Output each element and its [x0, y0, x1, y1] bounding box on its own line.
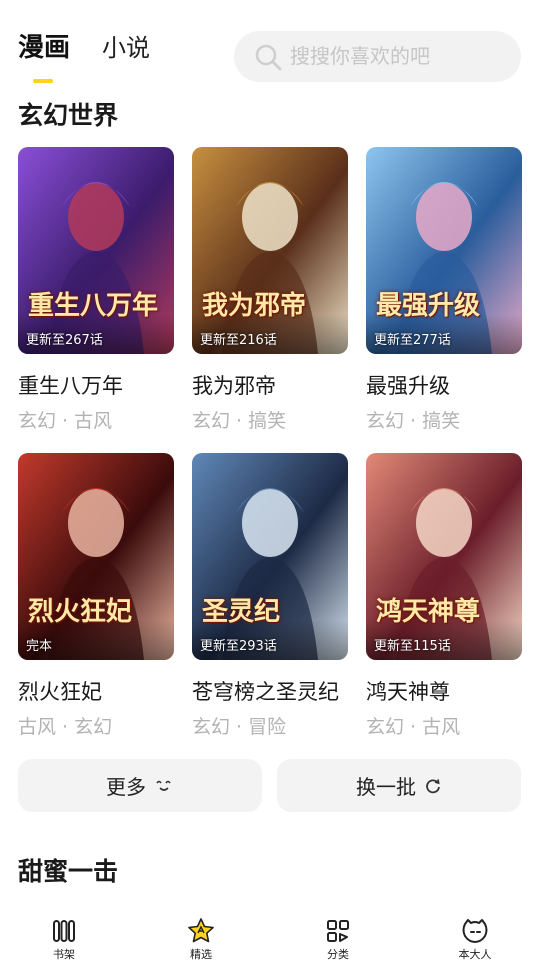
nav-label: 本大人	[458, 948, 492, 961]
comic-cover[interactable]: 最强升级 更新至277话	[366, 147, 522, 354]
comic-cover[interactable]: 重生八万年 更新至267话	[18, 147, 174, 354]
bookshelf-icon	[53, 920, 75, 942]
bottom-nav: 书架 精选 分类 本大人	[0, 910, 540, 969]
comic-cover[interactable]: 我为邪帝 更新至216话	[192, 147, 348, 354]
comic-cover[interactable]: 烈火狂妃 完本	[18, 453, 174, 660]
update-status: 更新至216话	[200, 333, 277, 348]
more-button-label: 更多	[106, 775, 146, 799]
comic-tags: 玄幻 · 冒险	[192, 716, 287, 738]
comic-card[interactable]: 最强升级 更新至277话最强升级玄幻 · 搞笑	[366, 147, 522, 433]
more-button[interactable]: 更多	[18, 759, 262, 812]
comic-tags: 古风 · 玄幻	[18, 716, 113, 738]
featured-star-icon	[188, 918, 214, 943]
nav-label: 书架	[53, 948, 75, 961]
section-title: 玄幻世界	[18, 101, 119, 130]
tab-novels[interactable]: 小说	[102, 33, 150, 63]
update-status: 更新至293话	[200, 639, 277, 654]
search-placeholder: 搜搜你喜欢的吧	[290, 44, 430, 68]
comic-card[interactable]: 圣灵纪 更新至293话苍穹榜之圣灵纪玄幻 · 冒险	[192, 453, 348, 739]
comic-card[interactable]: 烈火狂妃 完本烈火狂妃古风 · 玄幻	[18, 453, 174, 739]
update-status: 完本	[26, 639, 53, 654]
comic-tags: 玄幻 · 搞笑	[366, 410, 461, 432]
nav-profile[interactable]: 本大人	[435, 918, 515, 962]
nav-bookshelf[interactable]: 书架	[24, 918, 104, 962]
comic-cover[interactable]: 圣灵纪 更新至293话	[192, 453, 348, 660]
refresh-icon	[426, 778, 440, 793]
comic-card[interactable]: 我为邪帝 更新至216话我为邪帝玄幻 · 搞笑	[192, 147, 348, 433]
top-bar: 漫画 小说 搜搜你喜欢的吧	[0, 0, 540, 90]
update-status: 更新至115话	[374, 639, 451, 654]
nav-category[interactable]: 分类	[298, 918, 378, 962]
comic-tags: 玄幻 · 搞笑	[192, 410, 287, 432]
comic-tags: 玄幻 · 古风	[18, 410, 113, 432]
comic-title[interactable]: 烈火狂妃	[18, 676, 174, 706]
update-status: 更新至267话	[26, 333, 103, 348]
comic-card[interactable]: 重生八万年 更新至267话重生八万年玄幻 · 古风	[18, 147, 174, 433]
comic-title[interactable]: 苍穹榜之圣灵纪	[192, 676, 348, 706]
search-icon	[255, 44, 282, 71]
nav-label: 精选	[190, 948, 212, 961]
nav-featured[interactable]: 精选	[161, 918, 241, 962]
comic-cover[interactable]: 鸿天神尊 更新至115话	[366, 453, 522, 660]
refresh-button[interactable]: 换一批	[277, 759, 521, 812]
active-tab-indicator	[33, 79, 53, 83]
tab-comics[interactable]: 漫画	[18, 33, 70, 63]
comic-card[interactable]: 鸿天神尊 更新至115话鸿天神尊玄幻 · 古风	[366, 453, 522, 739]
section-title-2: 甜蜜一击	[18, 857, 119, 886]
category-grid-icon	[327, 920, 349, 942]
comic-title[interactable]: 最强升级	[366, 370, 522, 400]
update-status: 更新至277话	[374, 333, 451, 348]
search-input[interactable]: 搜搜你喜欢的吧	[234, 31, 521, 82]
refresh-button-label: 换一批	[356, 775, 416, 799]
nav-label: 分类	[327, 948, 349, 961]
comic-title[interactable]: 鸿天神尊	[366, 676, 522, 706]
comic-title[interactable]: 重生八万年	[18, 370, 174, 400]
comic-tags: 玄幻 · 古风	[366, 716, 461, 738]
more-emoji-icon	[156, 780, 171, 791]
profile-face-icon	[462, 919, 488, 943]
comic-title[interactable]: 我为邪帝	[192, 370, 348, 400]
